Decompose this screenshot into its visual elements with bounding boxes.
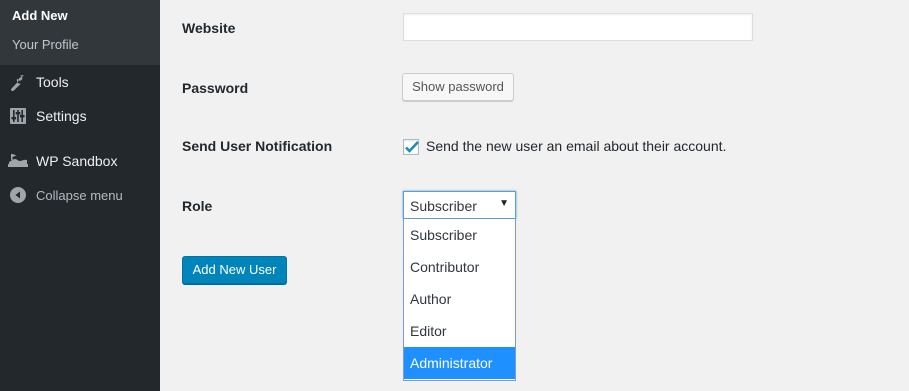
- role-dropdown-list: Subscriber Contributor Author Editor Adm…: [403, 219, 516, 381]
- role-option-administrator[interactable]: Administrator: [404, 347, 515, 379]
- sliders-icon: [0, 108, 36, 124]
- sidebar-item-label: WP Sandbox: [36, 153, 118, 169]
- sandbox-icon: [0, 154, 36, 168]
- role-option-editor[interactable]: Editor: [404, 315, 515, 347]
- submenu-item-add-new[interactable]: Add New: [0, 7, 160, 36]
- role-option-contributor[interactable]: Contributor: [404, 251, 515, 283]
- sidebar-item-label: Tools: [36, 74, 69, 90]
- role-label: Role: [182, 198, 213, 214]
- show-password-button[interactable]: Show password: [402, 73, 514, 101]
- sidebar-item-settings[interactable]: Settings: [0, 99, 160, 133]
- collapse-arrow-icon: [0, 187, 36, 203]
- send-notification-checkbox-label[interactable]: Send the new user an email about their a…: [426, 138, 726, 154]
- wrench-icon: [0, 73, 36, 91]
- collapse-menu-button[interactable]: Collapse menu: [0, 178, 160, 212]
- website-label: Website: [182, 20, 236, 36]
- add-new-user-button[interactable]: Add New User: [182, 256, 287, 284]
- send-notification-checkbox[interactable]: [403, 139, 419, 155]
- add-user-form: Website Password Show password Send User…: [160, 0, 909, 391]
- checkmark-icon: [405, 141, 419, 153]
- website-input[interactable]: [403, 13, 753, 41]
- dropdown-arrow-icon: ▼: [499, 198, 509, 209]
- admin-sidebar: Add New Your Profile Tools Settings WP S…: [0, 0, 160, 391]
- collapse-menu-label: Collapse menu: [36, 187, 123, 203]
- submenu-item-your-profile[interactable]: Your Profile: [0, 36, 160, 65]
- sidebar-item-label: Settings: [36, 108, 87, 124]
- role-select[interactable]: Subscriber ▼: [403, 191, 516, 219]
- password-label: Password: [182, 80, 249, 96]
- users-submenu: Add New Your Profile: [0, 0, 160, 65]
- sidebar-item-tools[interactable]: Tools: [0, 65, 160, 99]
- role-option-subscriber[interactable]: Subscriber: [404, 219, 515, 251]
- send-notification-label: Send User Notification: [182, 138, 333, 154]
- sidebar-item-wp-sandbox[interactable]: WP Sandbox: [0, 144, 160, 178]
- role-option-author[interactable]: Author: [404, 283, 515, 315]
- role-select-value: Subscriber: [410, 198, 477, 214]
